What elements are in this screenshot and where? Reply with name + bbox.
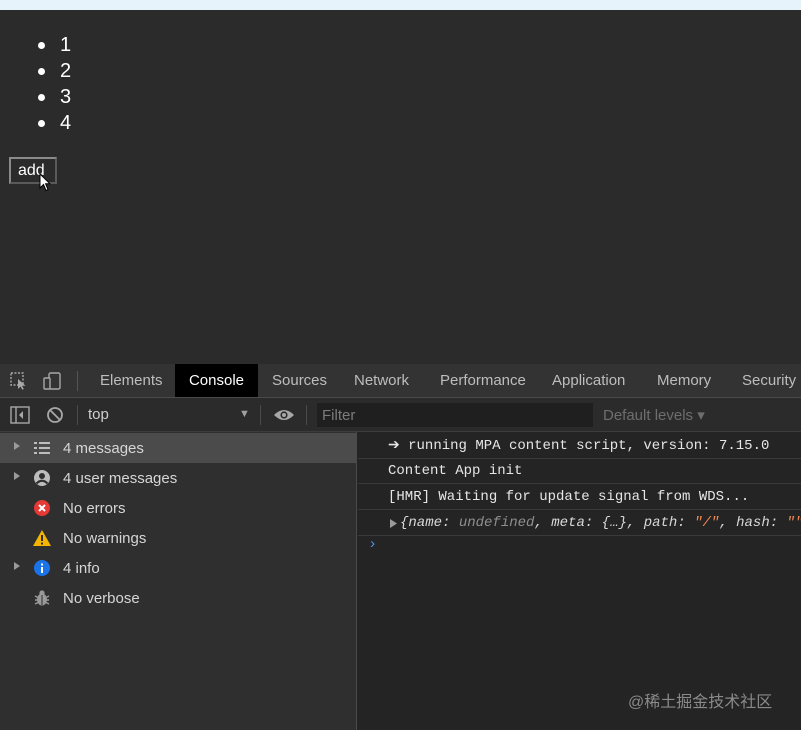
console-sidebar: 4 messages 4 user messages No errors No bbox=[0, 432, 357, 730]
tab-security[interactable]: Security bbox=[730, 364, 801, 397]
live-expression-eye-icon[interactable] bbox=[273, 408, 295, 422]
expand-arrow-icon[interactable] bbox=[13, 441, 21, 451]
mouse-cursor-icon bbox=[39, 173, 51, 192]
expand-arrow-icon[interactable] bbox=[390, 519, 397, 528]
console-message-text: ➔ running MPA content script, version: 7… bbox=[388, 438, 770, 454]
sidebar-item-messages[interactable]: 4 messages bbox=[0, 433, 356, 463]
console-message-text: [HMR] Waiting for update signal from WDS… bbox=[388, 489, 750, 505]
tab-sources[interactable]: Sources bbox=[260, 364, 339, 397]
tab-memory[interactable]: Memory bbox=[645, 364, 723, 397]
filter-input[interactable] bbox=[317, 403, 593, 427]
user-icon bbox=[34, 470, 50, 486]
inspect-element-icon[interactable] bbox=[10, 372, 28, 390]
sidebar-item-label: 4 user messages bbox=[63, 470, 178, 487]
tab-separator bbox=[77, 371, 78, 391]
toolbar-separator bbox=[306, 405, 307, 425]
sidebar-item-label: No warnings bbox=[63, 530, 147, 547]
sidebar-item-label: 4 info bbox=[63, 560, 100, 577]
toolbar-separator bbox=[260, 405, 261, 425]
console-message: Content App init bbox=[358, 459, 801, 484]
devtools-tab-bar: Elements Console Sources Network Perform… bbox=[0, 364, 801, 398]
sidebar-item-label: 4 messages bbox=[63, 440, 144, 457]
tab-application[interactable]: Application bbox=[540, 364, 637, 397]
console-message: [HMR] Waiting for update signal from WDS… bbox=[358, 485, 801, 510]
console-toolbar: top ▼ Default levels ▾ bbox=[0, 398, 801, 432]
object-preview: {name: undefined, meta: {…}, path: "/", … bbox=[400, 515, 801, 531]
bug-icon bbox=[34, 590, 50, 606]
list-item: 3 bbox=[36, 84, 71, 110]
info-icon bbox=[34, 560, 50, 576]
console-prompt[interactable]: › bbox=[368, 536, 377, 553]
watermark: @稀土掘金技术社区 bbox=[628, 694, 773, 711]
sidebar-item-verbose[interactable]: No verbose bbox=[0, 583, 356, 613]
sidebar-item-info[interactable]: 4 info bbox=[0, 553, 356, 583]
clear-console-icon[interactable] bbox=[46, 406, 64, 424]
sidebar-item-warnings[interactable]: No warnings bbox=[0, 523, 356, 553]
tab-network[interactable]: Network bbox=[342, 364, 421, 397]
number-list: 1 2 3 4 bbox=[36, 32, 71, 136]
console-output: ➔ running MPA content script, version: 7… bbox=[358, 432, 801, 730]
console-message-text: Content App init bbox=[388, 463, 523, 479]
tab-performance[interactable]: Performance bbox=[428, 364, 538, 397]
browser-top-strip bbox=[0, 0, 801, 10]
expand-arrow-icon[interactable] bbox=[13, 561, 21, 571]
list-item: 1 bbox=[36, 32, 71, 58]
list-item: 4 bbox=[36, 110, 71, 136]
console-object-message[interactable]: {name: undefined, meta: {…}, path: "/", … bbox=[358, 511, 801, 536]
tab-elements[interactable]: Elements bbox=[88, 364, 175, 397]
sidebar-item-errors[interactable]: No errors bbox=[0, 493, 356, 523]
sidebar-item-label: No errors bbox=[63, 500, 126, 517]
error-icon bbox=[34, 500, 50, 516]
page-content: 1 2 3 4 add bbox=[0, 10, 801, 364]
list-icon bbox=[34, 442, 50, 454]
devtools-panel: Elements Console Sources Network Perform… bbox=[0, 364, 801, 730]
console-message: ➔ running MPA content script, version: 7… bbox=[358, 434, 801, 459]
context-selector[interactable]: top bbox=[88, 406, 109, 423]
sidebar-item-label: No verbose bbox=[63, 590, 140, 607]
log-levels-dropdown[interactable]: Default levels ▾ bbox=[603, 406, 705, 424]
tab-console[interactable]: Console bbox=[175, 364, 258, 397]
toolbar-separator bbox=[77, 405, 78, 425]
expand-arrow-icon[interactable] bbox=[13, 471, 21, 481]
list-item: 2 bbox=[36, 58, 71, 84]
sidebar-item-user-messages[interactable]: 4 user messages bbox=[0, 463, 356, 493]
show-sidebar-icon[interactable] bbox=[10, 406, 30, 424]
warning-icon bbox=[33, 530, 51, 546]
chevron-down-icon[interactable]: ▼ bbox=[239, 408, 250, 420]
device-toolbar-icon[interactable] bbox=[43, 372, 63, 390]
